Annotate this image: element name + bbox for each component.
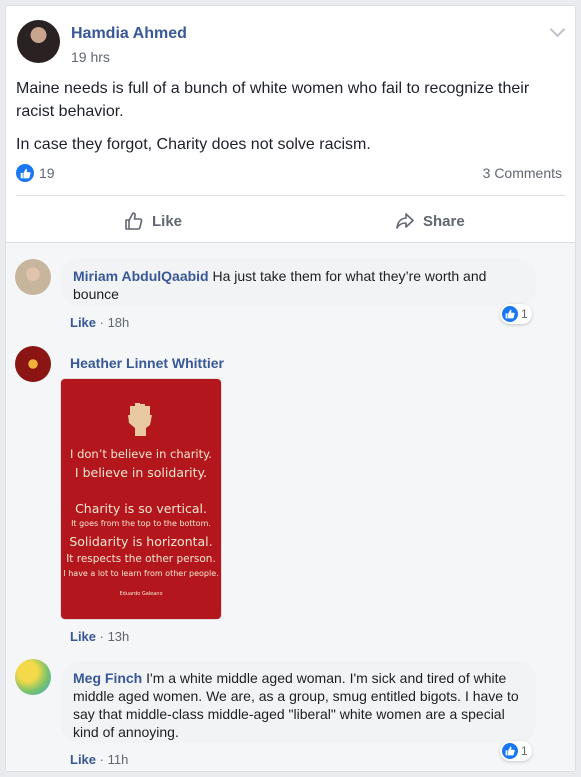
- comment-image-quote[interactable]: I don’t believe in charity. I believe in…: [61, 379, 221, 619]
- author-name[interactable]: Hamdia Ahmed: [71, 25, 187, 43]
- share-button[interactable]: Share: [395, 211, 465, 231]
- quote-line: It respects the other person.: [66, 553, 216, 565]
- author-avatar[interactable]: [17, 20, 60, 63]
- comment-bubble: Meg Finch I'm a white middle aged woman.…: [61, 661, 536, 743]
- commenter-name[interactable]: Heather Linnet Whittier: [70, 355, 224, 371]
- thumbs-up-icon: [502, 743, 518, 759]
- thumbs-up-icon: [16, 164, 34, 182]
- reaction-summary[interactable]: 19: [16, 164, 55, 182]
- commenter-name[interactable]: Miriam AbdulQaabid: [73, 268, 209, 284]
- like-button[interactable]: Like: [124, 211, 182, 231]
- comments-section: Miriam AbdulQaabid Ha just take them for…: [6, 243, 575, 771]
- raised-fist-icon: [128, 403, 152, 436]
- meta-separator: ·: [96, 752, 108, 767]
- quote-author: Eduardo Galeano: [119, 591, 163, 597]
- commenter-name[interactable]: Meg Finch: [73, 670, 142, 686]
- thumbs-up-icon: [502, 306, 518, 322]
- comment-timestamp[interactable]: 18h: [108, 315, 130, 330]
- comment-reaction-count: 1: [521, 307, 528, 321]
- quote-line: It goes from the top to the bottom.: [71, 519, 211, 528]
- commenter-avatar[interactable]: [15, 659, 51, 695]
- like-label: Like: [152, 212, 183, 230]
- reaction-count: 19: [39, 165, 55, 181]
- comment-like-link[interactable]: Like: [70, 315, 96, 330]
- comments-count-link[interactable]: 3 Comments: [483, 165, 562, 181]
- share-label: Share: [423, 212, 465, 230]
- comment-reaction-count: 1: [521, 744, 528, 758]
- divider: [16, 195, 565, 196]
- quote-line: I have a lot to learn from other people.: [63, 569, 219, 578]
- comment-timestamp[interactable]: 13h: [108, 629, 130, 644]
- quote-line: I don’t believe in charity.: [70, 447, 212, 461]
- comment-meta: Like · 13h: [70, 629, 129, 644]
- comment-timestamp[interactable]: 11h: [108, 752, 129, 767]
- quote-line: I believe in solidarity.: [74, 465, 208, 480]
- chevron-down-icon[interactable]: [549, 21, 566, 38]
- comment-meta: Like · 18h: [70, 315, 129, 330]
- quote-line: Charity is so vertical.: [75, 501, 207, 516]
- post-card: Hamdia Ahmed 19 hrs Maine needs is full …: [5, 5, 576, 772]
- meta-separator: ·: [96, 629, 108, 644]
- post-body: Maine needs is full of a bunch of white …: [16, 77, 556, 166]
- post-timestamp[interactable]: 19 hrs: [71, 49, 110, 65]
- post-paragraph: In case they forgot, Charity does not so…: [16, 136, 371, 153]
- post-paragraph: Maine needs is full of a bunch of white …: [16, 80, 530, 120]
- share-arrow-icon: [396, 213, 414, 229]
- quote-line: Solidarity is horizontal.: [69, 534, 213, 549]
- comment-like-link[interactable]: Like: [70, 752, 96, 767]
- thumbs-up-outline-icon: [125, 212, 143, 230]
- meta-separator: ·: [96, 315, 108, 330]
- comment-meta: Like · 11h: [70, 752, 128, 767]
- comment-reactions[interactable]: 1: [500, 741, 532, 761]
- comment-like-link[interactable]: Like: [70, 629, 96, 644]
- commenter-avatar[interactable]: [15, 259, 51, 295]
- comment-bubble: Miriam AbdulQaabid Ha just take them for…: [61, 259, 536, 306]
- comment-reactions[interactable]: 1: [500, 304, 532, 324]
- commenter-avatar[interactable]: [15, 346, 51, 382]
